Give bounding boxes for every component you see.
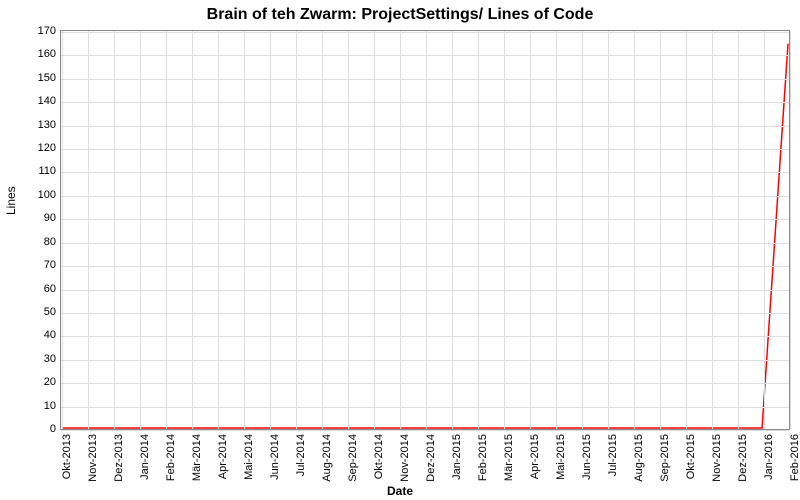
grid-line-v bbox=[374, 31, 375, 429]
x-tick-label: Jan-2015 bbox=[451, 434, 463, 484]
grid-line-v bbox=[88, 31, 89, 429]
grid-line-h bbox=[61, 126, 789, 127]
x-tick-label: Sep-2014 bbox=[347, 434, 359, 484]
grid-line-v bbox=[634, 31, 635, 429]
chart-container: Brain of teh Zwarm: ProjectSettings/ Lin… bbox=[0, 0, 800, 500]
y-tick-label: 10 bbox=[16, 400, 56, 412]
x-tick-label: Jan-2016 bbox=[763, 434, 775, 484]
grid-line-h bbox=[61, 360, 789, 361]
grid-line-v bbox=[244, 31, 245, 429]
grid-line-v bbox=[192, 31, 193, 429]
plot-area bbox=[60, 30, 790, 430]
grid-line-v bbox=[400, 31, 401, 429]
grid-line-h bbox=[61, 196, 789, 197]
y-tick-label: 160 bbox=[16, 48, 56, 60]
y-tick-label: 0 bbox=[16, 423, 56, 435]
grid-line-v bbox=[322, 31, 323, 429]
grid-line-v bbox=[270, 31, 271, 429]
y-tick-label: 20 bbox=[16, 376, 56, 388]
x-tick-label: Mär-2014 bbox=[191, 434, 203, 484]
chart-title: Brain of teh Zwarm: ProjectSettings/ Lin… bbox=[0, 6, 800, 24]
grid-line-v bbox=[530, 31, 531, 429]
x-tick-label: Dez-2014 bbox=[425, 434, 437, 484]
x-tick-label: Okt-2014 bbox=[373, 434, 385, 484]
x-tick-label: Feb-2014 bbox=[165, 434, 177, 484]
grid-line-h bbox=[61, 149, 789, 150]
y-tick-label: 30 bbox=[16, 353, 56, 365]
grid-line-v bbox=[738, 31, 739, 429]
x-tick-label: Nov-2013 bbox=[87, 434, 99, 484]
y-tick-label: 110 bbox=[16, 165, 56, 177]
x-tick-label: Jan-2014 bbox=[139, 434, 151, 484]
x-tick-label: Jun-2014 bbox=[269, 434, 281, 484]
x-tick-label: Feb-2016 bbox=[789, 434, 800, 484]
grid-line-h bbox=[61, 172, 789, 173]
y-tick-label: 90 bbox=[16, 212, 56, 224]
grid-line-v bbox=[660, 31, 661, 429]
grid-line-h bbox=[61, 290, 789, 291]
grid-line-h bbox=[61, 32, 789, 33]
x-tick-label: Jun-2015 bbox=[581, 434, 593, 484]
x-tick-label: Dez-2015 bbox=[737, 434, 749, 484]
grid-line-h bbox=[61, 102, 789, 103]
y-tick-label: 120 bbox=[16, 142, 56, 154]
grid-line-v bbox=[712, 31, 713, 429]
grid-line-v bbox=[114, 31, 115, 429]
grid-line-h bbox=[61, 430, 789, 431]
x-tick-label: Jul-2015 bbox=[607, 434, 619, 484]
grid-line-v bbox=[608, 31, 609, 429]
grid-line-h bbox=[61, 219, 789, 220]
x-tick-label: Feb-2015 bbox=[477, 434, 489, 484]
grid-line-v bbox=[140, 31, 141, 429]
line-series bbox=[61, 31, 789, 429]
x-tick-label: Mai-2014 bbox=[243, 434, 255, 484]
grid-line-v bbox=[582, 31, 583, 429]
x-tick-label: Apr-2014 bbox=[217, 434, 229, 484]
grid-line-v bbox=[686, 31, 687, 429]
x-tick-label: Sep-2015 bbox=[659, 434, 671, 484]
y-tick-label: 130 bbox=[16, 119, 56, 131]
x-tick-label: Aug-2014 bbox=[321, 434, 333, 484]
y-tick-label: 170 bbox=[16, 25, 56, 37]
grid-line-v bbox=[296, 31, 297, 429]
y-tick-label: 140 bbox=[16, 95, 56, 107]
grid-line-v bbox=[166, 31, 167, 429]
grid-line-v bbox=[452, 31, 453, 429]
x-tick-label: Nov-2015 bbox=[711, 434, 723, 484]
grid-line-v bbox=[348, 31, 349, 429]
y-tick-label: 150 bbox=[16, 72, 56, 84]
grid-line-v bbox=[62, 31, 63, 429]
y-tick-label: 100 bbox=[16, 189, 56, 201]
y-tick-label: 40 bbox=[16, 329, 56, 341]
grid-line-v bbox=[426, 31, 427, 429]
x-tick-label: Jul-2014 bbox=[295, 434, 307, 484]
grid-line-h bbox=[61, 55, 789, 56]
grid-line-h bbox=[61, 243, 789, 244]
x-tick-label: Okt-2015 bbox=[685, 434, 697, 484]
grid-line-h bbox=[61, 313, 789, 314]
grid-line-v bbox=[218, 31, 219, 429]
y-tick-label: 50 bbox=[16, 306, 56, 318]
x-tick-label: Nov-2014 bbox=[399, 434, 411, 484]
x-tick-label: Mai-2015 bbox=[555, 434, 567, 484]
x-axis-title: Date bbox=[0, 484, 800, 498]
x-tick-label: Apr-2015 bbox=[529, 434, 541, 484]
x-tick-label: Okt-2013 bbox=[61, 434, 73, 484]
grid-line-v bbox=[504, 31, 505, 429]
grid-line-v bbox=[556, 31, 557, 429]
y-tick-label: 70 bbox=[16, 259, 56, 271]
y-tick-label: 60 bbox=[16, 283, 56, 295]
grid-line-h bbox=[61, 407, 789, 408]
grid-line-v bbox=[790, 31, 791, 429]
grid-line-h bbox=[61, 383, 789, 384]
grid-line-v bbox=[764, 31, 765, 429]
grid-line-h bbox=[61, 336, 789, 337]
x-tick-label: Aug-2015 bbox=[633, 434, 645, 484]
x-tick-label: Dez-2013 bbox=[113, 434, 125, 484]
x-tick-label: Mär-2015 bbox=[503, 434, 515, 484]
grid-line-v bbox=[478, 31, 479, 429]
y-tick-label: 80 bbox=[16, 236, 56, 248]
grid-line-h bbox=[61, 266, 789, 267]
grid-line-h bbox=[61, 79, 789, 80]
